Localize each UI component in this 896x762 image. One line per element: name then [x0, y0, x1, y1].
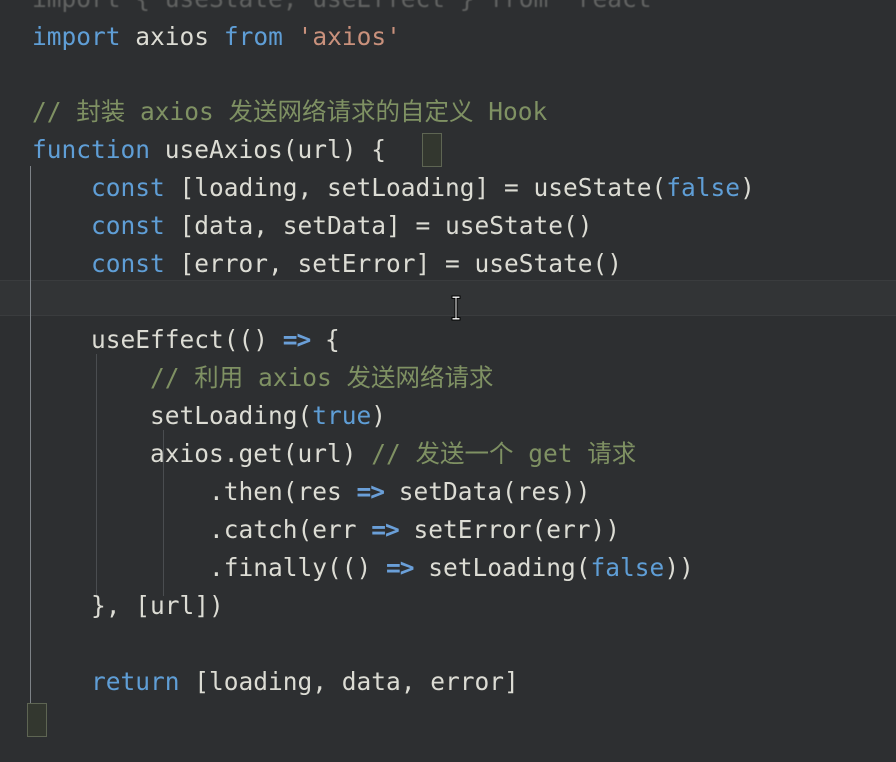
code-token: .finally(() [32, 553, 387, 582]
code-token: => [371, 515, 399, 544]
code-token: [data, setData] = useState() [164, 211, 593, 240]
code-token: // 发送一个 get 请求 [371, 439, 637, 468]
code-token: setLoading( [413, 553, 591, 582]
line-useeffect-open[interactable]: useEffect(() => { [0, 321, 896, 359]
code-token: false [590, 553, 665, 582]
line-blank-3[interactable] [0, 625, 896, 663]
line-import-axios[interactable]: import axios from 'axios' [0, 18, 896, 56]
code-token: from [223, 22, 283, 51]
code-token: ) [740, 173, 755, 202]
line-const-loading[interactable]: const [loading, setLoading] = useState(f… [0, 169, 896, 207]
code-token: }, [url]) [32, 591, 224, 620]
code-token: true [312, 401, 372, 430]
code-token: [loading, setLoading] = useState( [164, 173, 667, 202]
code-token: 'axios' [297, 22, 401, 51]
code-token: axios [135, 22, 210, 51]
code-token: { [310, 325, 340, 354]
line-const-data[interactable]: const [data, setData] = useState() [0, 207, 896, 245]
clipped-import-line: import { useState, useEffect } from 'rea… [0, 0, 896, 18]
line-blank-1[interactable] [0, 56, 896, 94]
code-token: function [32, 135, 151, 164]
line-useeffect-close[interactable]: }, [url]) [0, 587, 896, 625]
code-token: const [91, 249, 165, 278]
code-token: [error, setError] = useState() [164, 249, 623, 278]
code-token: axios.get(url) [32, 439, 372, 468]
code-token: const [91, 173, 165, 202]
code-token: import [32, 22, 121, 51]
line-axios-get[interactable]: axios.get(url) // 发送一个 get 请求 [0, 435, 896, 473]
code-token: => [282, 325, 311, 354]
code-token: false [666, 173, 741, 202]
code-token: [loading, data, error] [179, 667, 519, 696]
line-const-error[interactable]: const [error, setError] = useState() [0, 245, 896, 283]
code-token: setData(res)) [384, 477, 591, 506]
code-token: )) [664, 553, 694, 582]
line-comment-axios-request[interactable]: // 利用 axios 发送网络请求 [0, 359, 896, 397]
code-token: setLoading( [32, 401, 313, 430]
code-token: => [386, 553, 414, 582]
code-token: // 利用 axios 发送网络请求 [150, 363, 494, 392]
line-catch[interactable]: .catch(err => setError(err)) [0, 511, 896, 549]
code-token: .catch(err [32, 515, 372, 544]
line-comment-hook[interactable]: // 封装 axios 发送网络请求的自定义 Hook [0, 93, 896, 131]
line-then[interactable]: .then(res => setData(res)) [0, 473, 896, 511]
line-setloading-true[interactable]: setLoading(true) [0, 397, 896, 435]
code-token: useEffect(() [32, 325, 283, 354]
code-token: => [356, 477, 385, 506]
code-token: return [91, 667, 180, 696]
code-token: ) [371, 401, 387, 430]
code-token: { [371, 135, 387, 164]
code-editor-viewport[interactable]: import { useState, useEffect } from 'rea… [0, 0, 896, 762]
line-finally[interactable]: .finally(() => setLoading(false)) [0, 549, 896, 587]
code-token: .then(res [32, 477, 357, 506]
line-blank-2[interactable] [0, 283, 896, 321]
code-token: // 封装 axios 发送网络请求的自定义 Hook [32, 97, 548, 126]
code-token: } [32, 705, 47, 734]
line-function-useaxios[interactable]: function useAxios(url) { [0, 131, 896, 169]
line-function-close[interactable]: } [0, 701, 896, 739]
line-return[interactable]: return [loading, data, error] [0, 663, 896, 701]
code-token: setError(err)) [398, 515, 621, 544]
code-token: useAxios(url) [150, 135, 372, 164]
code-token: const [91, 211, 165, 240]
